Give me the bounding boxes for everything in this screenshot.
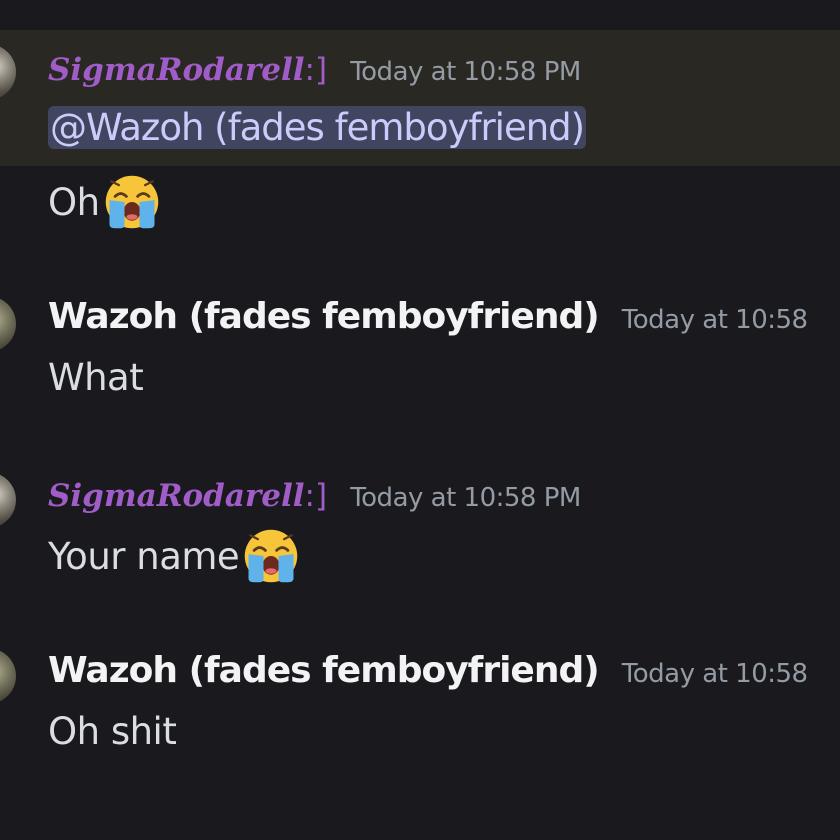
avatar-wazoh[interactable] (0, 648, 16, 704)
timestamp[interactable]: Today at 10:58 PM (350, 57, 581, 87)
message-text: Your name (48, 534, 240, 578)
author-name[interactable]: SigmaRodarell (48, 52, 305, 88)
author-suffix: :] (304, 478, 328, 514)
message-text: Oh shit (48, 710, 177, 753)
message-header: Wazoh (fades femboyfriend) Today at 10:5… (48, 296, 808, 337)
avatar-wazoh[interactable] (0, 296, 16, 352)
message-content: Your name (48, 526, 301, 586)
message-header: Wazoh (fades femboyfriend) Today at 10:5… (48, 650, 808, 691)
message-content: Oh (48, 172, 162, 232)
user-mention[interactable]: @Wazoh (fades femboyfriend) (48, 106, 587, 149)
message-content: @Wazoh (fades femboyfriend) (48, 106, 587, 149)
avatar-sigma[interactable] (0, 472, 16, 528)
loudly-crying-face-icon (244, 529, 298, 583)
message-text: Oh (48, 180, 100, 224)
message-content: What (48, 356, 144, 399)
message-header: SigmaRodarell:] Today at 10:58 PM (48, 478, 581, 514)
author-name[interactable]: Wazoh (fades femboyfriend) (48, 296, 600, 337)
author-name[interactable]: Wazoh (fades femboyfriend) (48, 650, 600, 691)
loudly-crying-face-icon (105, 175, 158, 229)
message-text: What (48, 356, 144, 399)
timestamp[interactable]: Today at 10:58 PM (350, 483, 581, 513)
timestamp[interactable]: Today at 10:58 (622, 659, 808, 689)
author-suffix: :] (304, 52, 328, 88)
timestamp[interactable]: Today at 10:58 (622, 305, 808, 335)
message-content: Oh shit (48, 710, 177, 753)
author-name[interactable]: SigmaRodarell (48, 478, 305, 514)
message-header: SigmaRodarell:] Today at 10:58 PM (48, 52, 581, 88)
